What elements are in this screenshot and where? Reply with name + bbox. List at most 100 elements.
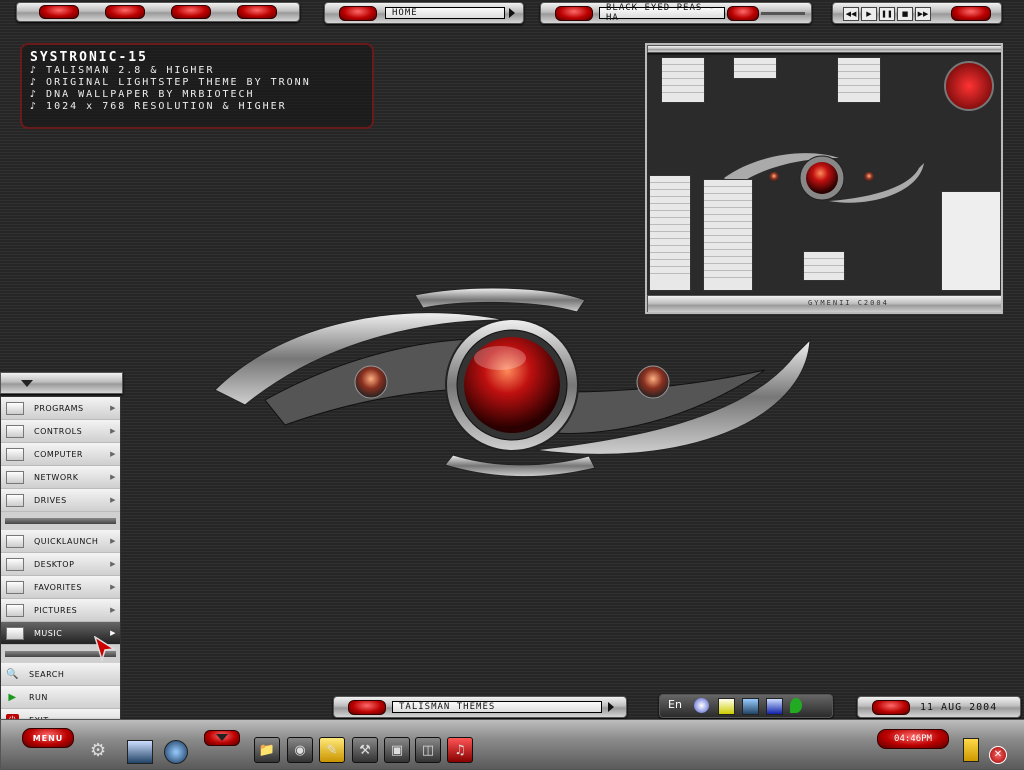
update-tray-icon[interactable] xyxy=(766,698,783,715)
menu-item-label: PROGRAMS xyxy=(34,403,84,413)
system-tray: En xyxy=(659,694,833,718)
submenu-arrow-icon: ▶ xyxy=(110,606,116,614)
top-button-2[interactable] xyxy=(105,5,145,19)
submenu-arrow-icon: ▶ xyxy=(110,537,116,545)
start-menu-collapse-icon[interactable] xyxy=(21,380,33,387)
task-button-bar: TALISMAN THEMES xyxy=(333,696,627,718)
menu-item-label: NETWORK xyxy=(34,472,79,482)
task-list-button[interactable] xyxy=(204,730,240,746)
preview-menu xyxy=(837,57,881,103)
info-line: DNA WALLPAPER BY MRBIOTECH xyxy=(30,89,364,101)
preview-popup xyxy=(803,251,845,281)
media-task-icon[interactable]: ♫ xyxy=(447,737,473,763)
menu-item-controls[interactable]: CONTROLS ▶ xyxy=(1,420,120,443)
clock-time: 04:46PM xyxy=(894,734,932,744)
active-task-label[interactable]: TALISMAN THEMES xyxy=(392,701,602,713)
language-indicator[interactable]: En xyxy=(668,698,682,711)
preview-start-menu xyxy=(649,175,691,291)
top-button-1[interactable] xyxy=(39,5,79,19)
window-task-icon[interactable]: ◫ xyxy=(415,737,441,763)
top-left-button-panel xyxy=(16,2,300,22)
address-input[interactable]: HOME xyxy=(385,7,505,19)
task-arrow-icon[interactable] xyxy=(608,702,614,712)
menu-item-desktop[interactable]: DESKTOP ▶ xyxy=(1,553,120,576)
preview-top-bar xyxy=(647,45,1001,53)
folder-icon xyxy=(6,626,24,640)
theme-title: SYSTRONIC-15 xyxy=(30,50,148,65)
menu-item-label: QUICKLAUNCH xyxy=(34,536,99,546)
submenu-arrow-icon: ▶ xyxy=(110,583,116,591)
browser-tray-icon[interactable] xyxy=(694,698,709,713)
messenger-tray-icon[interactable] xyxy=(718,698,735,715)
network-tray-icon[interactable] xyxy=(742,698,759,715)
menu-button[interactable]: MENU xyxy=(22,728,74,748)
media-volume-button[interactable] xyxy=(727,6,759,21)
folder-icon xyxy=(6,557,24,571)
start-menu-header xyxy=(0,372,123,394)
calendar-button[interactable] xyxy=(872,700,910,715)
recycle-bin-icon[interactable] xyxy=(963,738,979,762)
menu-item-network[interactable]: NETWORK ▶ xyxy=(1,466,120,489)
mouse-cursor-icon xyxy=(94,636,116,662)
menu-item-quicklaunch[interactable]: QUICKLAUNCH ▶ xyxy=(1,530,120,553)
editor-task-icon[interactable]: ✎ xyxy=(319,737,345,763)
next-icon[interactable]: ▶▶ xyxy=(915,7,931,21)
media-menu-button[interactable] xyxy=(555,6,593,21)
info-line: TALISMAN 2.8 & HIGHER xyxy=(30,65,364,77)
menu-item-programs[interactable]: PROGRAMS ▶ xyxy=(1,397,120,420)
menu-item-drives[interactable]: DRIVES ▶ xyxy=(1,489,120,512)
menu-item-run[interactable]: ▶ RUN xyxy=(1,686,120,709)
explorer-task-icon[interactable]: 📁 xyxy=(254,737,280,763)
address-dropdown-button[interactable] xyxy=(339,6,377,21)
leaf-tray-icon[interactable] xyxy=(790,698,802,713)
menu-item-label: RUN xyxy=(29,692,48,702)
submenu-arrow-icon: ▶ xyxy=(110,427,116,435)
prev-icon[interactable]: ◀◀ xyxy=(843,7,859,21)
top-button-3[interactable] xyxy=(171,5,211,19)
menu-item-label: MUSIC xyxy=(34,628,63,638)
address-go-icon[interactable] xyxy=(509,8,515,18)
info-line: ORIGINAL LIGHTSTEP THEME BY TRONN xyxy=(30,77,364,89)
menu-item-label: CONTROLS xyxy=(34,426,83,436)
run-icon: ▶ xyxy=(8,691,17,703)
media-controls-bar: ◀◀ ▶ ❚❚ ■ ▶▶ xyxy=(832,2,1002,24)
menu-item-label: PICTURES xyxy=(34,605,78,615)
settings-gear-icon[interactable]: ⚙ xyxy=(90,740,116,764)
folder-icon xyxy=(6,580,24,594)
preview-submenu xyxy=(703,179,753,291)
player-task-icon[interactable]: ◉ xyxy=(287,737,313,763)
search-icon: 🔍 xyxy=(6,668,19,680)
submenu-arrow-icon: ▶ xyxy=(110,404,116,412)
submenu-arrow-icon: ▶ xyxy=(110,496,116,504)
play-icon[interactable]: ▶ xyxy=(861,7,877,21)
volume-slider[interactable] xyxy=(761,12,805,15)
menu-item-label: COMPUTER xyxy=(34,449,83,459)
top-button-4[interactable] xyxy=(237,5,277,19)
close-icon[interactable]: ✕ xyxy=(989,746,1007,764)
media-eject-button[interactable] xyxy=(951,6,991,21)
menu-item-pictures[interactable]: PICTURES ▶ xyxy=(1,599,120,622)
menu-item-label: FAVORITES xyxy=(34,582,82,592)
desktop-shortcut-icon[interactable] xyxy=(127,740,153,764)
task-menu-button[interactable] xyxy=(348,700,386,715)
folder-icon xyxy=(6,401,24,415)
globe-icon[interactable] xyxy=(164,740,188,764)
clock[interactable]: 04:46PM xyxy=(877,729,949,749)
submenu-arrow-icon: ▶ xyxy=(110,560,116,568)
menu-item-favorites[interactable]: FAVORITES ▶ xyxy=(1,576,120,599)
preview-menu xyxy=(733,57,777,79)
tools-task-icon[interactable]: ⚒ xyxy=(352,737,378,763)
app-task-icon[interactable]: ▣ xyxy=(384,737,410,763)
menu-item-label: DRIVES xyxy=(34,495,67,505)
pause-icon[interactable]: ❚❚ xyxy=(879,7,895,21)
folder-icon xyxy=(6,470,24,484)
folder-icon xyxy=(6,493,24,507)
stop-icon[interactable]: ■ xyxy=(897,7,913,21)
menu-item-search[interactable]: 🔍 SEARCH xyxy=(1,663,120,686)
theme-preview-thumbnail: GYMENII C2004 xyxy=(645,43,1003,314)
info-line: 1024 x 768 RESOLUTION & HIGHER xyxy=(30,101,364,113)
theme-info-box: SYSTRONIC-15 TALISMAN 2.8 & HIGHER ORIGI… xyxy=(20,43,374,129)
menu-item-computer[interactable]: COMPUTER ▶ xyxy=(1,443,120,466)
menu-separator xyxy=(5,518,116,524)
task-list-arrow-icon xyxy=(216,734,228,741)
